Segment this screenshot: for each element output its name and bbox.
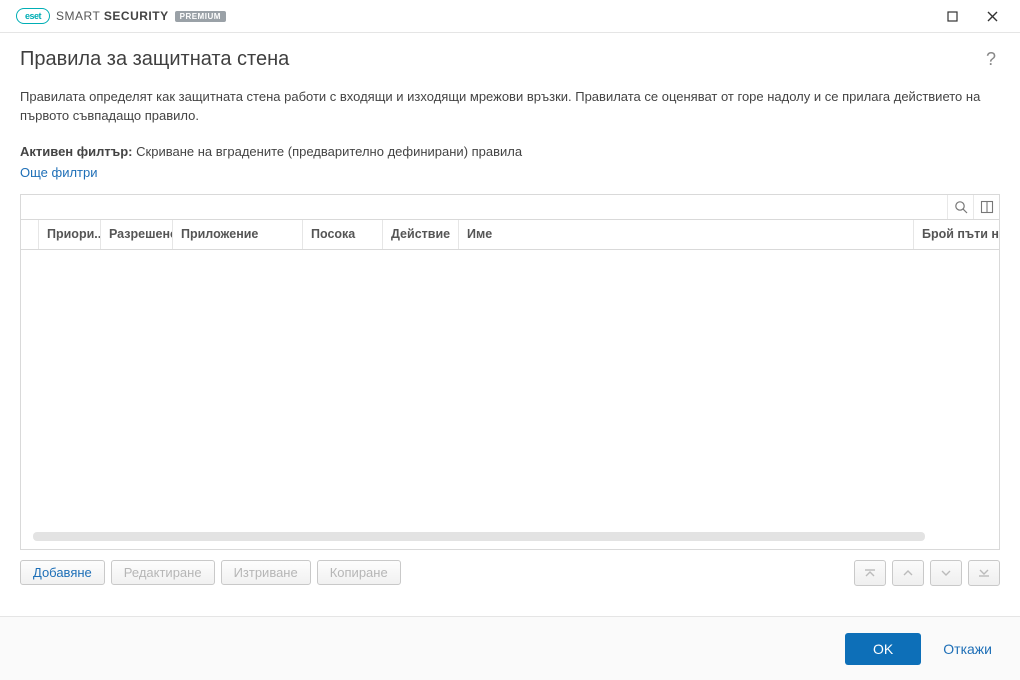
header-row: Правила за защитната стена ? xyxy=(20,45,1000,74)
chevron-bottom-icon xyxy=(977,566,991,580)
add-button[interactable]: Добавяне xyxy=(20,560,105,585)
edit-button[interactable]: Редактиране xyxy=(111,560,215,585)
window-controls xyxy=(932,4,1012,28)
chevron-up-icon xyxy=(901,566,915,580)
delete-button[interactable]: Изтриване xyxy=(221,560,311,585)
col-action[interactable]: Действие xyxy=(383,220,459,249)
help-button[interactable]: ? xyxy=(982,45,1000,74)
col-count[interactable]: Брой пъти на xyxy=(914,220,999,249)
search-icon xyxy=(954,200,968,214)
copy-button[interactable]: Копиране xyxy=(317,560,401,585)
brand-name-light: SMART xyxy=(56,9,100,23)
brand-logo: eset xyxy=(16,8,50,24)
reorder-buttons xyxy=(854,560,1000,586)
horizontal-scrollbar[interactable] xyxy=(33,532,925,541)
question-icon: ? xyxy=(986,49,996,69)
content-area: Правила за защитната стена ? Правилата о… xyxy=(0,33,1020,598)
col-priority[interactable]: Приори... xyxy=(39,220,101,249)
rules-table: Приори... Разрешено Приложение Посока Де… xyxy=(20,194,1000,586)
active-filter-label: Активен филтър: xyxy=(20,144,133,159)
brand-badge: PREMIUM xyxy=(175,11,226,22)
page-title: Правила за защитната стена xyxy=(20,48,982,71)
ok-button[interactable]: OK xyxy=(845,633,921,665)
brand-text: SMART SECURITY xyxy=(56,9,169,23)
active-filter-value: Скриване на вградените (предварително де… xyxy=(136,144,522,159)
chevron-top-icon xyxy=(863,566,877,580)
titlebar: eset SMART SECURITY PREMIUM xyxy=(0,0,1020,32)
chevron-down-icon xyxy=(939,566,953,580)
table-search-row xyxy=(20,194,1000,220)
col-name[interactable]: Име xyxy=(459,220,914,249)
table-header: Приори... Разрешено Приложение Посока Де… xyxy=(20,220,1000,250)
columns-icon xyxy=(980,200,994,214)
dialog-footer: OK Откажи xyxy=(0,616,1020,680)
maximize-icon xyxy=(947,11,958,22)
table-body xyxy=(20,250,1000,550)
move-top-button[interactable] xyxy=(854,560,886,586)
close-icon xyxy=(987,11,998,22)
more-filters-link[interactable]: Още филтри xyxy=(20,165,98,180)
brand: eset SMART SECURITY PREMIUM xyxy=(16,8,226,24)
col-handle[interactable] xyxy=(21,220,39,249)
brand-name-bold: SECURITY xyxy=(104,9,169,23)
table-actions: Добавяне Редактиране Изтриване Копиране xyxy=(20,560,1000,586)
page-description: Правилата определят как защитната стена … xyxy=(20,88,1000,126)
move-down-button[interactable] xyxy=(930,560,962,586)
col-application[interactable]: Приложение xyxy=(173,220,303,249)
maximize-button[interactable] xyxy=(932,4,972,28)
col-direction[interactable]: Посока xyxy=(303,220,383,249)
move-up-button[interactable] xyxy=(892,560,924,586)
move-bottom-button[interactable] xyxy=(968,560,1000,586)
close-button[interactable] xyxy=(972,4,1012,28)
cancel-button[interactable]: Откажи xyxy=(935,635,1000,663)
table-search-button[interactable] xyxy=(947,195,973,219)
active-filter: Активен филтър: Скриване на вградените (… xyxy=(20,144,1000,159)
table-columns-button[interactable] xyxy=(973,195,999,219)
col-enabled[interactable]: Разрешено xyxy=(101,220,173,249)
